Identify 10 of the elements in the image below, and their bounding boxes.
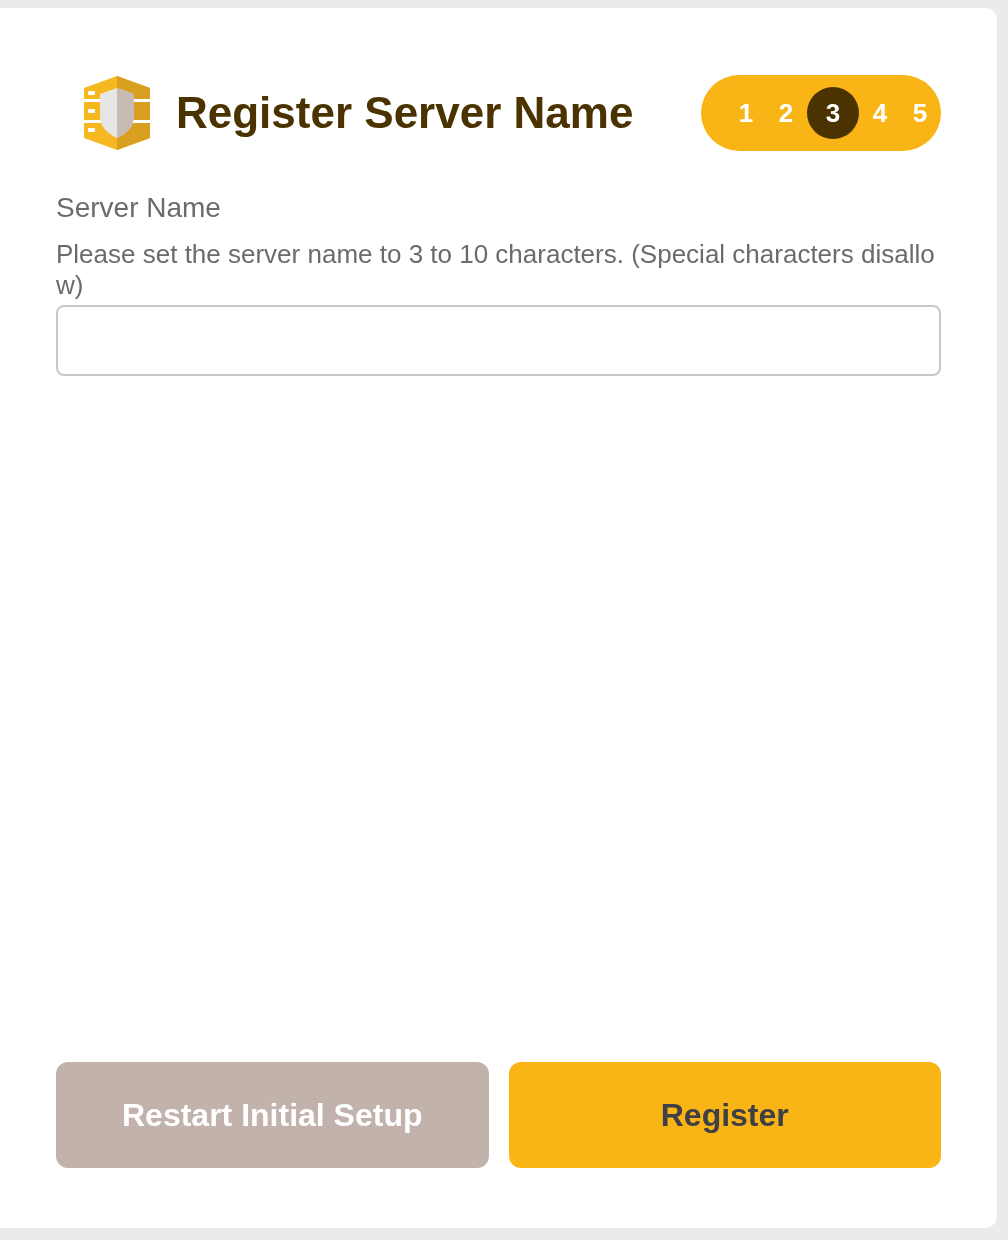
step-number: 1 (737, 96, 755, 130)
step-number: 2 (777, 96, 795, 130)
field-label: Server Name (56, 191, 222, 225)
field-hint: Please set the server name to 3 to 10 characters. (Special characters disallow) (56, 239, 936, 302)
register-button[interactable]: Register (508, 1062, 941, 1168)
server-name-input[interactable] (56, 305, 941, 377)
step-number: 3 (807, 87, 859, 139)
step-number: 4 (871, 96, 889, 130)
step-number: 5 (911, 96, 929, 130)
page-title: Register Server Name (176, 91, 634, 135)
